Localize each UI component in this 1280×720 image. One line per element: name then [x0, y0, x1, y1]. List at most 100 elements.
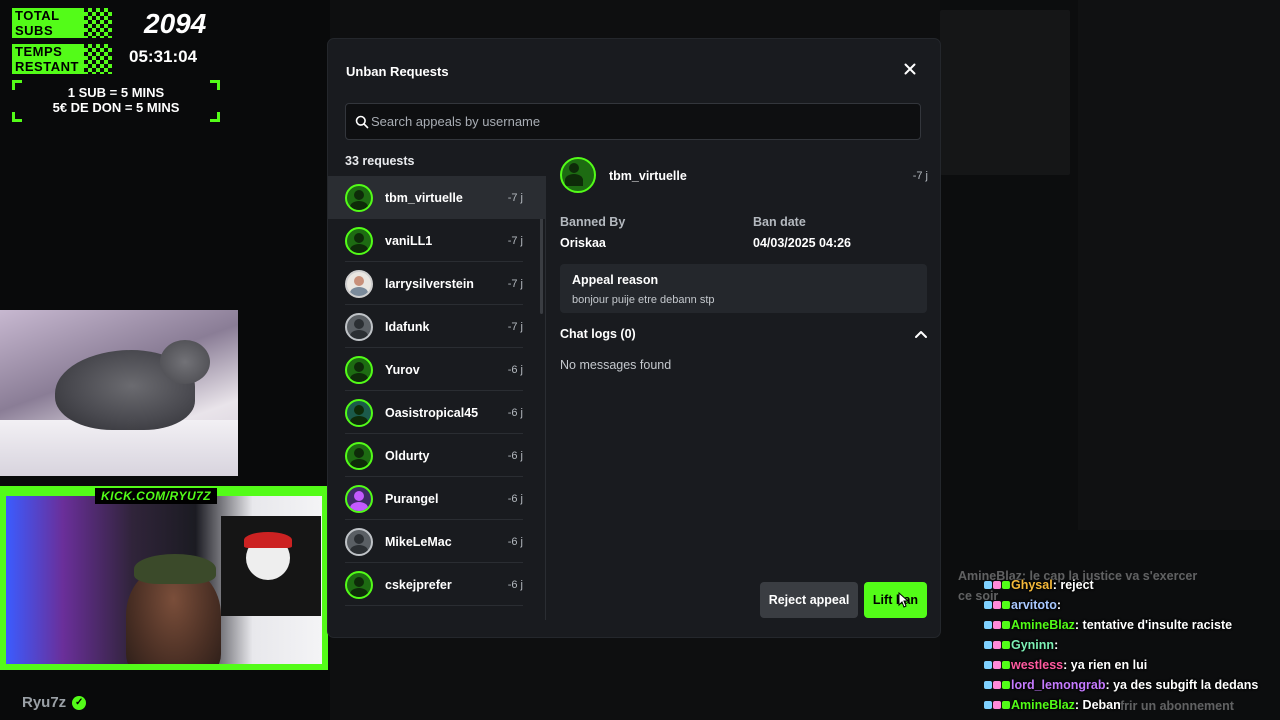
chat-badge-icon	[984, 581, 992, 589]
chat-text: Deban	[1082, 698, 1121, 712]
chat-badge-icon	[993, 601, 1001, 609]
bandana-icon	[244, 532, 292, 548]
chat-username[interactable]: lord_lemongrab	[1011, 678, 1105, 692]
chat-separator: :	[1074, 618, 1083, 632]
request-time: -6 j	[507, 406, 523, 419]
background-video-frame	[940, 10, 1070, 175]
request-list-item[interactable]: cskejprefer -6 j	[328, 563, 545, 606]
search-input[interactable]	[371, 104, 911, 139]
appeal-reason-label: Appeal reason	[572, 273, 659, 287]
request-list-item[interactable]: tbm_virtuelle -7 j	[328, 176, 545, 219]
chat-username[interactable]: Gyninn	[1011, 638, 1054, 652]
avatar	[345, 312, 373, 341]
chat-separator: :	[1105, 678, 1114, 692]
appeal-reason-text: bonjour puije etre debann stp	[572, 294, 715, 306]
subs-count: 2094	[144, 8, 207, 39]
chat-badge-icon	[984, 661, 992, 669]
streamer-camera: KICK.COM/RYU7Z	[0, 486, 328, 670]
chat-username[interactable]: arvitoto	[1011, 598, 1057, 612]
request-time: -6 j	[507, 578, 523, 591]
request-time: -6 j	[507, 449, 523, 462]
chat-badge-icon	[984, 681, 992, 689]
ban-date-value: 04/03/2025 04:26	[753, 236, 852, 250]
channel-name[interactable]: Ryu7z ✓	[22, 694, 87, 711]
mouse-cursor-icon	[898, 592, 910, 608]
verified-icon: ✓	[72, 696, 87, 711]
banned-by-label: Banned By	[560, 215, 626, 229]
appeal-reason-box: Appeal reason bonjour puije etre debann …	[560, 264, 927, 313]
corner-bracket	[210, 112, 220, 122]
checker-pattern	[84, 8, 112, 38]
cat-head	[160, 340, 210, 384]
request-list-item[interactable]: MikeLeMac -6 j	[328, 520, 545, 563]
streamer-camera-feed	[6, 496, 322, 664]
chat-badge-icon	[1002, 681, 1010, 689]
corner-bracket	[210, 80, 220, 90]
detail-username: tbm_virtuelle	[609, 169, 687, 183]
chat-message: Ghysal: reject	[984, 575, 1280, 595]
chat-separator: :	[1063, 658, 1071, 672]
lift-ban-button[interactable]: Lift ban	[864, 582, 927, 618]
chat-badge-icon	[1002, 701, 1010, 709]
request-time: -6 j	[507, 363, 523, 376]
chat-text: reject	[1060, 578, 1094, 592]
channel-name-text: Ryu7z	[22, 694, 67, 711]
request-list-item[interactable]: Oasistropical45 -6 j	[328, 391, 545, 434]
reject-appeal-button[interactable]: Reject appeal	[760, 582, 858, 618]
chat-message: westless: ya rien en lui	[984, 655, 1280, 675]
chat-badge-icon	[993, 621, 1001, 629]
chat-badge-icon	[993, 681, 1001, 689]
chat-message: AmineBlaz: tentative d'insulte raciste	[984, 615, 1280, 635]
banned-by-value: Oriskaa	[560, 236, 606, 250]
avatar	[345, 527, 373, 556]
request-list[interactable]: tbm_virtuelle -7 j vaniLL1 -7 j larrysilvers…	[328, 176, 546, 620]
chat-badge-icon	[1002, 581, 1010, 589]
subs-counter-widget: TOTAL SUBS TEMPS RESTANT	[12, 8, 112, 74]
chat-badge-icon	[984, 701, 992, 709]
chat-username[interactable]: westless	[1011, 658, 1063, 672]
request-time: -7 j	[507, 320, 523, 333]
chat-logs-label[interactable]: Chat logs (0)	[560, 327, 636, 341]
request-list-item[interactable]: larrysilverstein -7 j	[328, 262, 545, 305]
chat-separator: :	[1056, 598, 1062, 612]
chat-badge-icon	[1002, 641, 1010, 649]
request-time: -6 j	[507, 535, 523, 548]
request-list-item[interactable]: Idafunk -7 j	[328, 305, 545, 348]
request-list-item[interactable]: Purangel -6 j	[328, 477, 545, 520]
detail-time: -7 j	[912, 170, 928, 182]
chat-username[interactable]: AmineBlaz	[1011, 698, 1075, 712]
search-box	[345, 103, 921, 140]
request-list-item[interactable]: Yurov -6 j	[328, 348, 545, 391]
chat-text: ya des subgift la dedans	[1113, 678, 1259, 692]
temps-label-1: TEMPS	[12, 44, 84, 59]
chat-badge-icon	[984, 621, 992, 629]
rule-line-1: 1 SUB = 5 MINS	[67, 85, 165, 100]
rule-line-2: 5€ DE DON = 5 MINS	[52, 100, 180, 115]
checker-pattern	[84, 44, 112, 74]
close-icon	[904, 63, 916, 75]
chat-separator: :	[1074, 698, 1083, 712]
search-icon	[355, 115, 369, 129]
avatar	[345, 484, 373, 513]
kick-url-banner: KICK.COM/RYU7Z	[95, 488, 218, 504]
total-subs-label-1: TOTAL	[12, 8, 84, 23]
avatar	[345, 398, 373, 427]
request-time: -7 j	[507, 234, 523, 247]
close-button[interactable]	[902, 61, 918, 77]
chat-username[interactable]: Ghysal	[1011, 578, 1053, 592]
unban-requests-modal: Unban Requests 33 requests tbm_virtuelle…	[328, 39, 940, 637]
avatar	[345, 355, 373, 384]
chat-badge-icon	[1002, 601, 1010, 609]
chat-username[interactable]: AmineBlaz	[1011, 618, 1075, 632]
ban-date-label: Ban date	[753, 215, 806, 229]
request-list-item[interactable]: vaniLL1 -7 j	[328, 219, 545, 262]
chat-message: arvitoto:	[984, 595, 1280, 615]
chat-message: AmineBlaz: Deban	[984, 695, 1280, 715]
chat-badge-icon	[993, 701, 1001, 709]
no-messages-text: No messages found	[560, 358, 672, 372]
chat-badge-icon	[993, 581, 1001, 589]
beret	[134, 554, 216, 584]
chevron-up-icon[interactable]	[914, 329, 928, 339]
chat-text: ya rien en lui	[1070, 658, 1148, 672]
request-list-item[interactable]: Oldurty -6 j	[328, 434, 545, 477]
